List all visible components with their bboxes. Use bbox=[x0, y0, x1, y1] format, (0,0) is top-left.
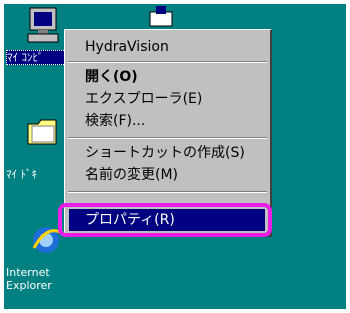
menu-item-hydravision[interactable]: HydraVision bbox=[69, 36, 265, 58]
menu-item-search[interactable]: 検索(F)... bbox=[69, 110, 265, 132]
menu-separator bbox=[68, 137, 267, 139]
menu-separator bbox=[68, 191, 267, 193]
folder-icon bbox=[27, 119, 57, 145]
internet-explorer-label: Internet Explorer bbox=[6, 266, 52, 292]
my-computer-label: ﾏｲ ｺﾝﾋﾟ bbox=[6, 50, 66, 65]
annotation-highlight-ring bbox=[58, 203, 272, 237]
menu-separator bbox=[68, 61, 267, 63]
menu-item-explore[interactable]: エクスプローラ(E) bbox=[69, 88, 265, 110]
menu-item-open[interactable]: 開く(O) bbox=[69, 66, 265, 88]
screenshot-frame: ﾏｲ ｺﾝﾋﾟ ﾏｲ ﾄﾞｷ Internet Explorer HydraVi… bbox=[0, 0, 350, 313]
network-icon bbox=[149, 6, 173, 27]
computer-icon bbox=[27, 7, 59, 43]
menu-item-create-shortcut[interactable]: ショートカットの作成(S) bbox=[69, 142, 265, 164]
desktop[interactable]: ﾏｲ ｺﾝﾋﾟ ﾏｲ ﾄﾞｷ Internet Explorer HydraVi… bbox=[4, 4, 346, 309]
menu-item-rename[interactable]: 名前の変更(M) bbox=[69, 164, 265, 186]
